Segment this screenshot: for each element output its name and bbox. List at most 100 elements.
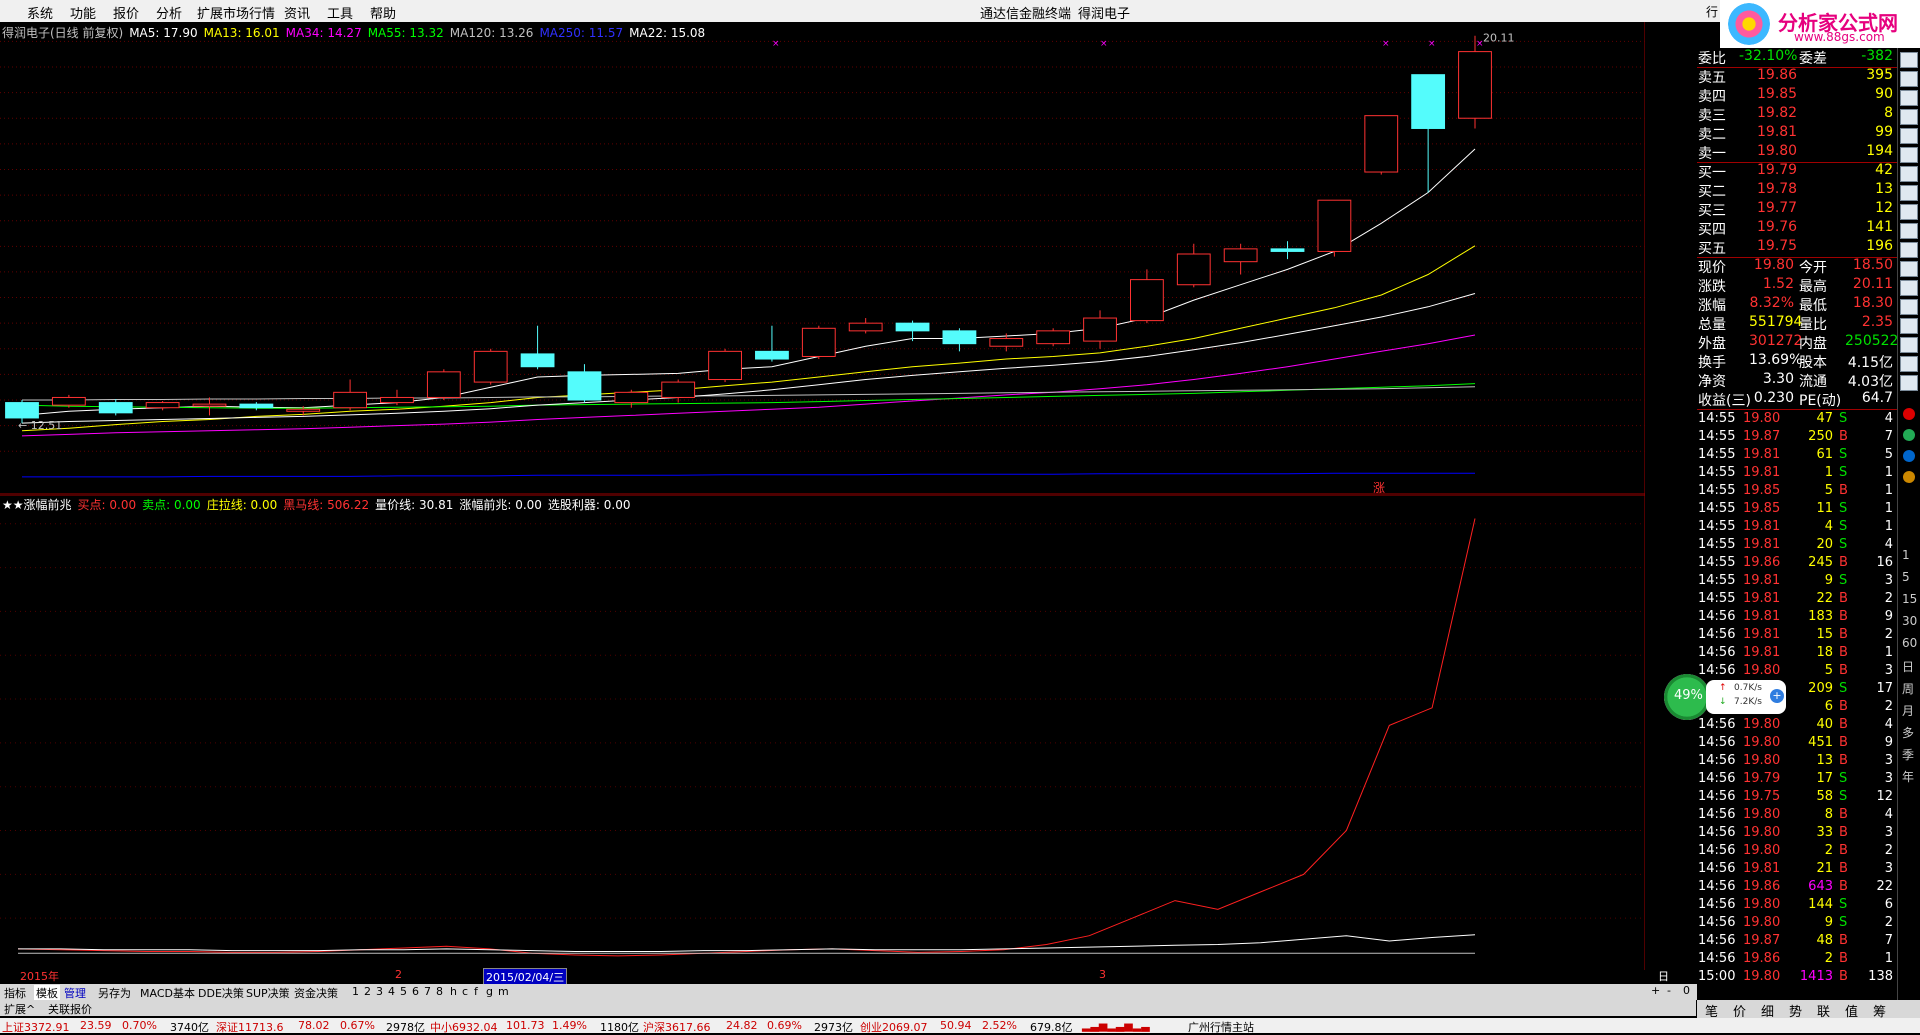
tool-dot-icon[interactable] <box>1903 408 1915 420</box>
tab-2[interactable]: 管理 <box>64 985 86 1001</box>
candle[interactable] <box>1317 199 1352 257</box>
corner-label[interactable]: 行 <box>1706 3 1718 20</box>
indicator-line-chart[interactable]: 500.0450.0400.0350.0300.0250.0200.0150.0… <box>0 495 1645 970</box>
tab-15[interactable]: 8 <box>436 985 443 998</box>
menu-analysis[interactable]: 分析 <box>156 3 182 22</box>
tab-18[interactable]: f <box>474 985 478 998</box>
candle[interactable] <box>942 328 977 352</box>
tab-12[interactable]: 5 <box>400 985 407 998</box>
period-7-button[interactable]: 月 <box>1902 702 1914 719</box>
weibi-row[interactable]: 委比 -32.10% 委差 -382 <box>1697 48 1897 67</box>
related-quote-tab[interactable]: 关联报价 <box>48 1001 92 1017</box>
tool-bar-icon[interactable] <box>1900 166 1918 182</box>
stat-row[interactable]: 总量 551794 量比 2.35 <box>1697 314 1897 333</box>
candle[interactable] <box>333 379 368 411</box>
period-4-button[interactable]: 60 <box>1902 636 1917 650</box>
candle[interactable] <box>1270 241 1305 260</box>
period-6-button[interactable]: 周 <box>1902 680 1914 697</box>
plus-icon[interactable]: + <box>1770 689 1784 703</box>
candle[interactable] <box>145 401 180 411</box>
period-5-button[interactable]: 日 <box>1902 658 1914 675</box>
menu-tools[interactable]: 工具 <box>327 3 353 22</box>
tab-10[interactable]: 3 <box>376 985 383 998</box>
stat-row[interactable]: 现价 19.80 今开 18.50 <box>1697 257 1897 276</box>
tool-dot-icon[interactable] <box>1903 471 1915 483</box>
candle[interactable] <box>1411 74 1446 193</box>
tool-line-icon[interactable] <box>1900 147 1918 163</box>
tool-grid-icon[interactable] <box>1900 109 1918 125</box>
candle[interactable] <box>520 325 555 370</box>
period-8-button[interactable]: 多 <box>1902 724 1914 741</box>
candle[interactable] <box>708 348 742 383</box>
menu-help[interactable]: 帮助 <box>370 3 396 22</box>
tool-depth-icon[interactable] <box>1900 318 1918 334</box>
tab-6[interactable]: SUP决策 <box>246 985 290 1001</box>
stat-row[interactable]: 涨跌 1.52 最高 20.11 <box>1697 276 1897 295</box>
tool-alert-icon[interactable] <box>1900 356 1918 372</box>
tool-save-icon[interactable] <box>1900 375 1918 391</box>
tool-back-icon[interactable] <box>1900 71 1918 87</box>
tab-8[interactable]: 1 <box>352 985 359 998</box>
candle[interactable] <box>98 398 133 416</box>
candle[interactable] <box>426 369 461 401</box>
candle[interactable] <box>1036 328 1071 347</box>
period-2-button[interactable]: 15 <box>1902 592 1917 606</box>
main-chart-panel[interactable]: 得润电子(日线 前复权) MA5: 17.90 MA13: 16.01 MA34: 1… <box>0 22 1645 495</box>
ask-row[interactable]: 卖二 19.81 99 <box>1697 124 1897 143</box>
tool-chart-icon[interactable] <box>1900 52 1918 68</box>
tab-13[interactable]: 6 <box>412 985 419 998</box>
tab-16[interactable]: h <box>450 985 457 998</box>
candle[interactable] <box>989 333 1024 352</box>
ask-row[interactable]: 卖一 19.80 194 <box>1697 143 1897 162</box>
candle[interactable] <box>380 389 414 406</box>
tab-0[interactable]: 指标 <box>4 985 26 1001</box>
stat-row[interactable]: 涨幅 8.32% 最低 18.30 <box>1697 295 1897 314</box>
tool-table-icon[interactable] <box>1900 204 1918 220</box>
tab-7[interactable]: 资金决策 <box>294 985 338 1001</box>
tab-3[interactable]: 另存为 <box>98 985 131 1001</box>
candle[interactable] <box>1364 115 1399 175</box>
menu-news[interactable]: 资讯 <box>284 3 310 22</box>
candle[interactable] <box>614 389 649 408</box>
tool-info-icon[interactable] <box>1900 280 1918 296</box>
candle[interactable] <box>473 348 508 385</box>
candle[interactable] <box>1176 243 1211 288</box>
network-speed-widget[interactable]: 49% ↑ 0.7K/s ↓ 7.2K/s + <box>1664 674 1792 720</box>
tool-fwd-icon[interactable] <box>1900 90 1918 106</box>
bid-row[interactable]: 买三 19.77 12 <box>1697 200 1897 219</box>
candle[interactable] <box>848 318 883 334</box>
stat-row[interactable]: 外盘 301272 内盘 250522 <box>1697 333 1898 352</box>
candle[interactable] <box>755 325 789 362</box>
candle[interactable] <box>1129 269 1164 324</box>
ask-row[interactable]: 卖四 19.85 90 <box>1697 86 1897 105</box>
tool-book-icon[interactable] <box>1900 337 1918 353</box>
menu-function[interactable]: 功能 <box>70 3 96 22</box>
ask-row[interactable]: 卖五 19.86 395 <box>1697 67 1897 86</box>
stat-row[interactable]: 净资 3.30 流通 4.03亿 <box>1697 371 1897 390</box>
candle[interactable] <box>239 402 274 411</box>
menu-quote[interactable]: 报价 <box>113 3 139 22</box>
tool-kline-icon[interactable] <box>1900 185 1918 201</box>
tool-list-icon[interactable] <box>1900 128 1918 144</box>
period-3-button[interactable]: 30 <box>1902 614 1917 628</box>
candle[interactable] <box>1083 310 1117 349</box>
tool-star-icon[interactable] <box>1900 299 1918 315</box>
tab-1[interactable]: 模板 <box>34 985 60 1001</box>
tab-14[interactable]: 7 <box>424 985 431 998</box>
tool-flow-icon[interactable] <box>1900 242 1918 258</box>
period-9-button[interactable]: 季 <box>1902 746 1914 763</box>
tab-19[interactable]: g <box>486 985 493 998</box>
tab-17[interactable]: c <box>462 985 468 998</box>
tool-data-icon[interactable] <box>1900 261 1918 277</box>
tool-dot-icon[interactable] <box>1903 429 1915 441</box>
period-1-button[interactable]: 5 <box>1902 570 1910 584</box>
candle[interactable] <box>1458 35 1492 129</box>
period-0-button[interactable]: 1 <box>1902 548 1910 562</box>
tab-11[interactable]: 4 <box>388 985 395 998</box>
zoom-reset-button[interactable]: 0 <box>1683 984 1690 997</box>
candlestick-chart[interactable]: 20.0019.5019.0018.5018.0017.5017.0016.50… <box>0 22 1645 495</box>
candle[interactable] <box>661 379 696 403</box>
stat-row[interactable]: 收益(三) 0.230 PE(动) 64.7 <box>1697 390 1897 409</box>
tab-5[interactable]: DDE决策 <box>198 985 244 1001</box>
stat-row[interactable]: 换手 13.69% 股本 4.15亿 <box>1697 352 1897 371</box>
